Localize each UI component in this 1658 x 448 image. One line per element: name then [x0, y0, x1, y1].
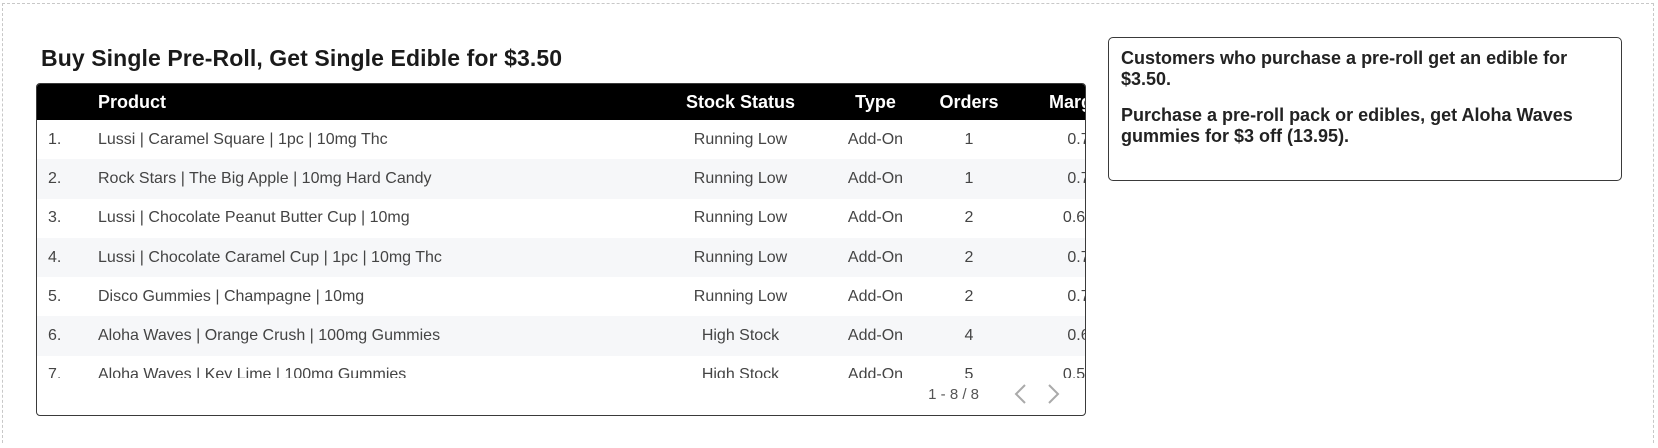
table-row[interactable]: 4. Lussi | Chocolate Caramel Cup | 1pc |… [37, 237, 1085, 278]
orders-cell: 4 [964, 327, 974, 345]
table-row[interactable]: 5. Disco Gummies | Champagne | 10mg Runn… [37, 277, 1085, 316]
stock-status-cell: Running Low [693, 169, 788, 187]
margin-cell: 0.68 [1062, 209, 1085, 227]
table-row[interactable]: 1. Lussi | Caramel Square | 1pc | 10mg T… [37, 120, 1085, 159]
pagination: 1 - 8 / 8 [928, 379, 1071, 409]
type-cell: Add-On [847, 169, 904, 187]
products-table: Product Stock Status Type Orders Margin … [37, 84, 1085, 378]
promo-note-1: Customers who purchase a pre-roll get an… [1121, 48, 1568, 89]
header-row-number [37, 84, 98, 120]
margin-cell: 0.7 [1067, 169, 1085, 187]
stock-status-cell: Running Low [693, 209, 788, 227]
margin-cell: 0.7 [1067, 248, 1085, 266]
product-cell: Lussi | Chocolate Caramel Cup | 1pc | 10… [98, 248, 442, 266]
orders-cell: 2 [964, 287, 974, 305]
header-product[interactable]: Product [98, 84, 638, 120]
orders-cell: 1 [964, 130, 974, 148]
stock-status-cell: Running Low [693, 248, 788, 266]
promo-notes-card: Customers who purchase a pre-roll get an… [1108, 37, 1622, 181]
type-cell: Add-On [847, 130, 904, 148]
type-cell: Add-On [847, 287, 904, 305]
stock-status-cell: High Stock [701, 327, 780, 345]
pagination-range: 1 - 8 / 8 [928, 385, 979, 403]
table-header-row: Product Stock Status Type Orders Margin [37, 84, 1085, 120]
stock-status-cell: High Stock [701, 366, 780, 378]
type-cell: Add-On [847, 327, 904, 345]
chevron-left-icon [1014, 384, 1026, 404]
product-cell: Rock Stars | The Big Apple | 10mg Hard C… [98, 169, 432, 187]
table-body: 1. Lussi | Caramel Square | 1pc | 10mg T… [37, 120, 1085, 378]
header-type[interactable]: Type [843, 84, 908, 120]
type-cell: Add-On [847, 209, 904, 227]
margin-cell: 0.59 [1062, 366, 1085, 378]
orders-cell: 2 [964, 209, 974, 227]
row-number: 6. [48, 327, 62, 345]
row-number: 7. [48, 366, 62, 378]
margin-cell: 0.7 [1067, 287, 1085, 305]
next-page-button[interactable] [1037, 379, 1071, 409]
product-cell: Lussi | Caramel Square | 1pc | 10mg Thc [98, 130, 388, 148]
table-row[interactable]: 3. Lussi | Chocolate Peanut Butter Cup |… [37, 199, 1085, 238]
type-cell: Add-On [847, 248, 904, 266]
promo-note-2: Purchase a pre-roll pack or edibles, get… [1121, 105, 1573, 146]
table-row[interactable]: 6. Aloha Waves | Orange Crush | 100mg Gu… [37, 316, 1085, 356]
stock-status-cell: Running Low [693, 130, 788, 148]
row-number: 1. [48, 130, 62, 148]
header-stock-status[interactable]: Stock Status [638, 84, 843, 120]
products-table-card: Product Stock Status Type Orders Margin … [36, 83, 1086, 416]
chevron-right-icon [1048, 384, 1060, 404]
orders-cell: 5 [964, 366, 974, 378]
table-scroll-area[interactable]: Product Stock Status Type Orders Margin … [37, 84, 1085, 378]
page-title: Buy Single Pre-Roll, Get Single Edible f… [41, 45, 563, 71]
row-number: 4. [48, 248, 62, 266]
product-cell: Lussi | Chocolate Peanut Butter Cup | 10… [98, 209, 410, 227]
orders-cell: 1 [964, 169, 974, 187]
header-orders[interactable]: Orders [908, 84, 1030, 120]
row-number: 3. [48, 209, 62, 227]
header-margin[interactable]: Margin [1030, 84, 1085, 120]
product-cell: Disco Gummies | Champagne | 10mg [98, 287, 365, 305]
stock-status-cell: Running Low [693, 287, 788, 305]
orders-cell: 2 [964, 248, 974, 266]
table-header: Product Stock Status Type Orders Margin [37, 84, 1085, 120]
product-cell: Aloha Waves | Orange Crush | 100mg Gummi… [98, 327, 441, 345]
margin-cell: 0.7 [1067, 130, 1085, 148]
row-number: 5. [48, 287, 62, 305]
row-number: 2. [48, 169, 62, 187]
product-cell: Aloha Waves | Key Lime | 100mg Gummies [98, 366, 407, 378]
previous-page-button[interactable] [1003, 379, 1037, 409]
margin-cell: 0.6 [1067, 327, 1085, 345]
table-row[interactable]: 7. Aloha Waves | Key Lime | 100mg Gummie… [37, 356, 1085, 378]
table-row[interactable]: 2. Rock Stars | The Big Apple | 10mg Har… [37, 159, 1085, 199]
type-cell: Add-On [847, 366, 904, 378]
